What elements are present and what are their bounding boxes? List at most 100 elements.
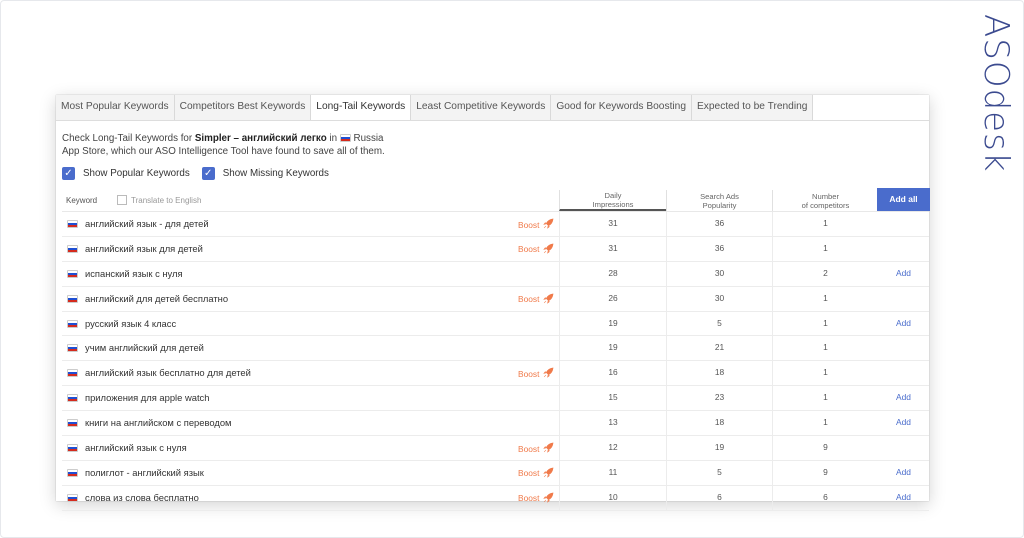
russia-flag-icon	[67, 269, 78, 278]
russia-flag-icon	[67, 369, 78, 378]
search-ads-popularity-header[interactable]: Search Ads Popularity	[666, 190, 772, 211]
boost-button[interactable]: Boost	[518, 243, 554, 256]
boost-label: Boost	[518, 219, 540, 230]
daily-impressions-header[interactable]: Daily Impressions	[559, 190, 666, 211]
russia-flag-icon	[67, 244, 78, 253]
add-keyword-link[interactable]: Add	[877, 386, 930, 409]
competitors-cell: 1	[772, 411, 878, 436]
search-ads-cell: 18	[666, 411, 772, 436]
search-ads-cell: 6	[666, 485, 772, 510]
show-popular-label: Show Popular Keywords	[83, 168, 190, 179]
table-header: Keyword Translate to English Daily Impres…	[62, 188, 930, 212]
boost-label: Boost	[518, 368, 540, 379]
add-keyword-link[interactable]: Add	[877, 262, 930, 285]
rocket-icon	[539, 442, 554, 455]
add-all-button[interactable]: Add all	[877, 188, 930, 211]
search-ads-cell: 5	[666, 311, 772, 336]
boost-label: Boost	[518, 294, 540, 305]
add-keyword-link[interactable]: Add	[877, 411, 930, 434]
rocket-icon	[539, 218, 554, 231]
russia-flag-icon	[339, 134, 351, 142]
tab-bar: Most Popular Keywords Competitors Best Ke…	[56, 95, 929, 121]
table-row: учим английский для детей 19 21 1	[62, 336, 929, 362]
search-ads-cell: 23	[666, 386, 772, 411]
country-name: Russia	[353, 133, 384, 144]
boost-label: Boost	[518, 468, 540, 479]
boost-button[interactable]: Boost	[518, 442, 554, 455]
daily-impressions-cell: 16	[559, 361, 666, 386]
table-row: полиглот - английский язык Boost 11 5 9 Add	[62, 460, 930, 486]
show-missing-label: Show Missing Keywords	[222, 168, 329, 179]
search-ads-cell: 30	[666, 261, 772, 286]
daily-impressions-cell: 31	[559, 236, 666, 261]
daily-impressions-cell: 19	[559, 336, 666, 361]
keyword-text: английский язык - для детей	[85, 218, 209, 229]
checkmark-icon: ✓	[201, 167, 215, 180]
rocket-icon	[539, 243, 554, 256]
keyword-text: английский язык для детей	[85, 242, 203, 254]
rocket-icon	[539, 492, 554, 505]
boost-button[interactable]: Boost	[518, 367, 554, 380]
desc-prefix: Check Long-Tail Keywords for	[62, 133, 193, 144]
keyword-text: слова из слова бесплатно	[85, 491, 199, 503]
keyword-text: учим английский для детей	[85, 342, 204, 354]
daily-impressions-cell: 13	[559, 411, 666, 436]
russia-flag-icon	[67, 344, 78, 353]
boost-button[interactable]: Boost	[518, 492, 554, 505]
table-row: английский для детей бесплатно Boost 26 30 1	[62, 286, 929, 312]
competitors-cell: 2	[772, 261, 878, 286]
number-of-competitors-header[interactable]: Number of competitors	[772, 190, 878, 211]
table-row: английский язык с нуля Boost 12 19 9	[62, 436, 929, 461]
translate-toggle[interactable]: Translate to English	[117, 195, 201, 205]
tab-competitors-best-keywords[interactable]: Competitors Best Keywords	[174, 95, 312, 120]
description: Check Long-Tail Keywords for Simpler – а…	[62, 132, 422, 158]
russia-flag-icon	[67, 394, 78, 403]
add-keyword-link[interactable]: Add	[877, 461, 930, 484]
competitors-cell: 1	[772, 311, 878, 336]
daily-impressions-cell: 10	[559, 485, 666, 510]
search-ads-cell: 36	[666, 212, 772, 236]
competitors-cell: 1	[772, 212, 878, 236]
keyword-rows: английский язык - для детей Boost 31 36 1 анг…	[62, 212, 929, 511]
boost-label: Boost	[518, 493, 540, 504]
competitors-cell: 1	[772, 286, 878, 311]
tab-expected-to-be-trending[interactable]: Expected to be Trending	[692, 95, 814, 120]
add-keyword-link[interactable]: Add	[877, 312, 930, 335]
show-missing-checkbox[interactable]: ✓ Show Missing Keywords	[201, 167, 329, 180]
competitors-cell: 1	[772, 336, 878, 361]
tab-most-popular-keywords[interactable]: Most Popular Keywords	[56, 95, 175, 120]
translate-checkbox[interactable]	[117, 195, 127, 205]
table-row: английский язык - для детей Boost 31 36 1	[62, 212, 929, 237]
competitors-cell: 1	[772, 386, 878, 411]
tab-long-tail-keywords[interactable]: Long-Tail Keywords	[311, 95, 412, 120]
desc-suffix: App Store, which our ASO Intelligence To…	[62, 146, 385, 157]
russia-flag-icon	[67, 220, 78, 228]
boost-button[interactable]: Boost	[518, 467, 554, 480]
keyword-text: английский язык с нуля	[85, 442, 187, 454]
tab-least-competitive-keywords[interactable]: Least Competitive Keywords	[411, 95, 552, 120]
search-ads-cell: 18	[666, 361, 772, 386]
table-row: приложения для apple watch 15 23 1 Add	[62, 386, 930, 412]
competitors-cell: 1	[772, 361, 878, 386]
translate-label: Translate to English	[131, 195, 202, 205]
show-popular-checkbox[interactable]: ✓ Show Popular Keywords	[62, 167, 190, 180]
russia-flag-icon	[67, 319, 78, 328]
rocket-icon	[539, 467, 554, 480]
add-keyword-link[interactable]: Add	[877, 486, 930, 509]
table-row: испанский язык с нуля 28 30 2 Add	[62, 261, 930, 287]
table-row: английский язык бесплатно для детей Boost…	[62, 361, 929, 387]
daily-impressions-cell: 12	[559, 436, 666, 461]
boost-button[interactable]: Boost	[518, 218, 554, 231]
keywords-panel: Most Popular Keywords Competitors Best Ke…	[56, 95, 930, 511]
russia-flag-icon	[67, 294, 78, 303]
competitors-cell: 1	[772, 236, 878, 261]
daily-impressions-cell: 31	[559, 212, 666, 236]
filter-checkboxes: ✓ Show Popular Keywords ✓ Show Missing K…	[62, 167, 341, 180]
tab-good-for-keywords-boosting[interactable]: Good for Keywords Boosting	[551, 95, 692, 120]
keyword-header[interactable]: Keyword	[66, 196, 97, 205]
checkmark-icon: ✓	[62, 167, 75, 180]
boost-button[interactable]: Boost	[518, 293, 554, 306]
russia-flag-icon	[67, 444, 78, 453]
rocket-icon	[539, 367, 554, 380]
daily-impressions-cell: 19	[559, 311, 666, 336]
